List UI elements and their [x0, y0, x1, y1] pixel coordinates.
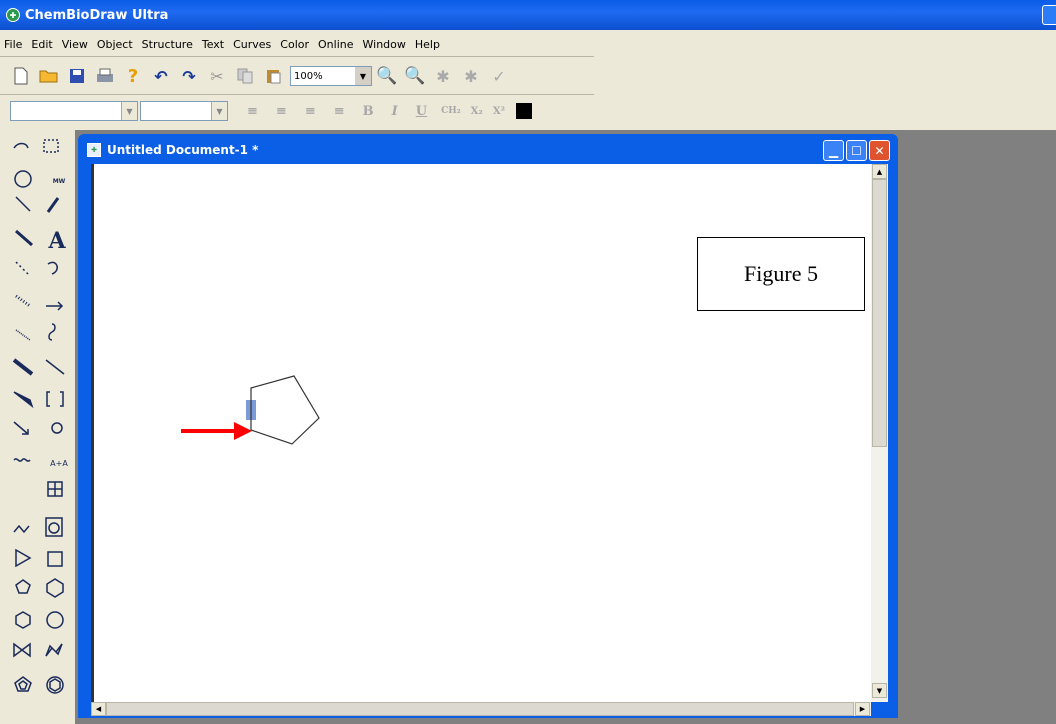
align-left-icon[interactable]: ≡ [247, 104, 258, 119]
justify-icon[interactable]: ≡ [334, 104, 345, 119]
toolbar-divider-2 [0, 94, 594, 95]
mw-tool[interactable]: MW [46, 168, 72, 194]
tool-palette: MW A A+A [8, 134, 76, 709]
aa-tool[interactable]: A+A [46, 450, 72, 476]
zoom-in-icon[interactable]: 🔍 [376, 65, 398, 87]
scroll-thumb[interactable] [872, 179, 887, 447]
menu-file[interactable]: File [4, 38, 22, 51]
close-button[interactable]: ✕ [869, 140, 890, 161]
document-icon: ✚ [87, 143, 101, 157]
formula-button[interactable]: CH₂ [441, 106, 461, 116]
align-center-icon[interactable]: ≡ [276, 104, 287, 119]
app-title: ChemBioDraw Ultra [25, 7, 169, 23]
new-file-icon[interactable] [10, 65, 32, 87]
plugin-icon[interactable]: ✱ [432, 65, 454, 87]
menu-structure[interactable]: Structure [142, 38, 193, 51]
scroll-up-icon[interactable]: ▲ [872, 164, 887, 179]
lasso-tool[interactable] [8, 134, 34, 160]
color-swatch[interactable] [515, 103, 532, 119]
app-logo-icon: ✚ [6, 8, 20, 22]
menu-view[interactable]: View [62, 38, 88, 51]
print-icon[interactable] [94, 65, 116, 87]
menu-text[interactable]: Text [202, 38, 224, 51]
subscript-button[interactable]: X₂ [471, 106, 483, 117]
maximize-button[interactable]: ☐ [846, 140, 867, 161]
minimize-button[interactable]: ▁ [823, 140, 844, 161]
chevron-down-icon[interactable]: ▼ [121, 102, 137, 120]
document-title-bar: ✚ Untitled Document-1 * [81, 137, 895, 163]
redo-icon[interactable]: ↷ [178, 65, 200, 87]
italic-button[interactable]: I [392, 104, 398, 119]
document-window: ✚ Untitled Document-1 * ▁ ☐ ✕ Figure 5 ▲… [78, 134, 898, 718]
paste-icon[interactable] [262, 65, 284, 87]
copy-icon[interactable] [234, 65, 256, 87]
marquee-tool[interactable] [40, 134, 66, 160]
cut-icon[interactable]: ✂ [206, 65, 228, 87]
solid-bond-tool[interactable] [8, 228, 34, 254]
scroll-down-icon[interactable]: ▼ [872, 683, 887, 698]
menu-edit[interactable]: Edit [31, 38, 52, 51]
undo-icon[interactable]: ↶ [150, 65, 172, 87]
horizontal-scrollbar[interactable]: ◀ ▶ [91, 702, 871, 716]
structure-drawing [181, 375, 320, 445]
menu-color[interactable]: Color [280, 38, 309, 51]
menu-window[interactable]: Window [363, 38, 406, 51]
chevron-down-icon[interactable]: ▼ [355, 67, 371, 85]
plugin2-icon[interactable]: ✱ [460, 65, 482, 87]
format-toolbar: ▼ ▼ ≡ ≡ ≡ ≡ B I U CH₂ X₂ X² [6, 96, 594, 126]
scroll-right-icon[interactable]: ▶ [855, 702, 870, 716]
cyclopentane-ring[interactable] [250, 375, 320, 445]
main-toolbar: ? ↶ ↷ ✂ 100% ▼ 🔍 🔍 ✱ ✱ ✓ [6, 60, 594, 92]
chembiodraw-app: ✚ ChemBioDraw Ultra File Edit View Objec… [0, 0, 1056, 724]
open-folder-icon[interactable] [38, 65, 60, 87]
app-title-bar: ✚ ChemBioDraw Ultra [0, 0, 1056, 30]
text-tool[interactable]: A [44, 228, 70, 254]
scroll-left-icon[interactable]: ◀ [91, 702, 106, 716]
menu-online[interactable]: Online [318, 38, 353, 51]
bold-button[interactable]: B [363, 104, 374, 119]
superscript-button[interactable]: X² [493, 106, 505, 117]
menu-bar: File Edit View Object Structure Text Cur… [0, 35, 449, 53]
font-size-select[interactable]: ▼ [140, 101, 228, 121]
align-right-icon[interactable]: ≡ [305, 104, 316, 119]
menu-object[interactable]: Object [97, 38, 133, 51]
tool-palette-icons [12, 139, 65, 694]
hscroll-thumb[interactable] [106, 702, 854, 716]
document-title: Untitled Document-1 * [107, 143, 259, 157]
zoom-select[interactable]: 100% ▼ [290, 66, 372, 86]
toolbar-divider [0, 56, 594, 57]
font-select[interactable]: ▼ [10, 101, 138, 121]
help-icon[interactable]: ? [122, 65, 144, 87]
underline-button[interactable]: U [416, 104, 427, 119]
app-minimize-button[interactable] [1042, 5, 1056, 25]
drawing-canvas[interactable]: Figure 5 [91, 164, 871, 702]
red-arrow-head [234, 422, 252, 440]
menu-curves[interactable]: Curves [233, 38, 271, 51]
menu-help[interactable]: Help [415, 38, 440, 51]
zoom-out-icon[interactable]: 🔍 [404, 65, 426, 87]
vertical-scrollbar[interactable]: ▲ ▼ [871, 164, 888, 702]
zoom-value: 100% [294, 70, 323, 82]
chevron-down-icon[interactable]: ▼ [211, 102, 227, 120]
save-icon[interactable] [66, 65, 88, 87]
check-icon[interactable]: ✓ [488, 65, 510, 87]
